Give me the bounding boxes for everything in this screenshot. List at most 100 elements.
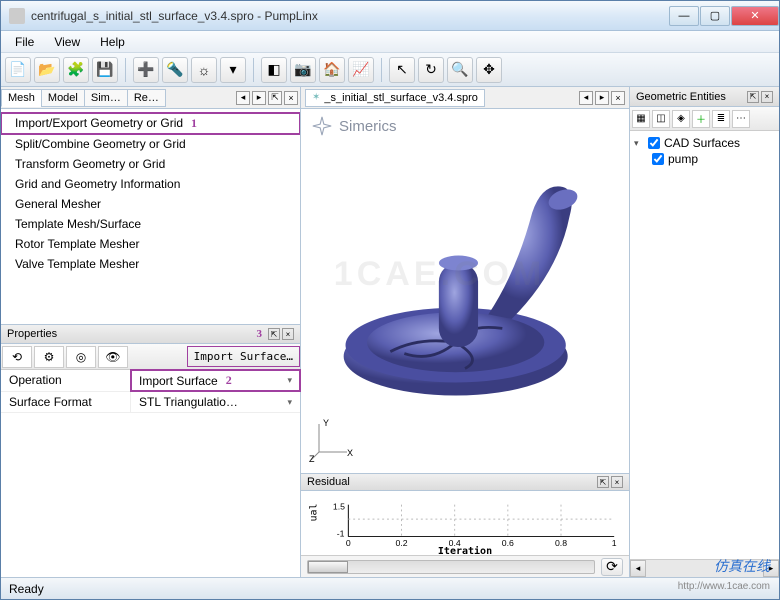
rotate-icon[interactable]: ↻ [418,57,444,83]
mesh-item-split-combine[interactable]: Split/Combine Geometry or Grid [1,134,300,154]
scroll-left-icon[interactable]: ◂ [630,560,646,577]
open-icon[interactable]: 📂 [34,57,60,83]
module-icon[interactable]: 🧩 [63,57,89,83]
prop-val-surface-format[interactable]: STL Triangulatio…▾ [131,392,300,412]
axis-icon[interactable]: ➕ [133,57,159,83]
main-toolbar: 📄 📂 🧩 💾 ➕ 🔦 ☼ ▾ ◧ 📷 🏠 📈 ↖ ↻ 🔍 ✥ [1,53,779,87]
tab-model[interactable]: Model [41,89,85,107]
pump-checkbox[interactable] [652,153,664,165]
snapshot-icon[interactable]: 📷 [290,57,316,83]
svg-text:1: 1 [612,538,617,548]
zoom-icon[interactable]: 🔍 [447,57,473,83]
menu-view[interactable]: View [44,33,90,51]
menu-file[interactable]: File [5,33,44,51]
geo-close-icon[interactable]: × [761,91,773,103]
simerics-logo: Simerics [311,115,397,137]
axes-triad: Y X Z [309,416,355,465]
doc-prev-icon[interactable]: ◂ [579,91,593,105]
mesh-item-valve-mesher[interactable]: Valve Template Mesher [1,254,300,274]
viewport-3d[interactable]: Simerics 1CAE.COM [301,109,629,473]
geo-btn-5[interactable]: ≣ [712,110,730,128]
geo-btn-3[interactable]: ◈ [672,110,690,128]
props-close-icon[interactable]: × [282,328,294,340]
prop-row-operation: Operation Import Surface2▾ [1,370,300,392]
svg-text:-1: -1 [337,529,345,539]
props-btn-3[interactable]: ◎ [66,346,96,368]
dropdown-icon[interactable]: ▾ [220,57,246,83]
geo-btn-2[interactable]: ◫ [652,110,670,128]
geo-btn-add[interactable]: ＋ [692,110,710,128]
residual-chart: ual 1.5 -1 00.20.40.60.81 Iteration [301,491,629,555]
doc-tab-active[interactable]: _s_initial_stl_surface_v3.4.spro [305,89,485,107]
menubar: File View Help [1,31,779,53]
light-icon[interactable]: 🔦 [162,57,188,83]
left-tabs: Mesh Model Sim… Re… ◂ ▸ ⇱ × [1,87,300,109]
svg-text:1.5: 1.5 [333,502,345,512]
properties-title: Properties 3 ⇱ × [1,324,300,344]
tab-pin-icon[interactable]: ⇱ [268,91,282,105]
geo-btn-1[interactable]: ▦ [632,110,650,128]
refresh-icon[interactable]: ⟳ [601,558,623,576]
svg-text:X: X [347,448,353,458]
prop-key-surface-format: Surface Format [1,392,131,412]
svg-text:0.8: 0.8 [555,538,567,548]
select-icon[interactable]: ↖ [389,57,415,83]
slider-row: ⟳ [301,555,629,577]
props-btn-2[interactable]: ⚙ [34,346,64,368]
timeline-slider[interactable] [307,560,595,574]
sun-icon[interactable]: ☼ [191,57,217,83]
mesh-panel: Import/Export Geometry or Grid1 Split/Co… [1,109,300,324]
mesh-item-rotor-mesher[interactable]: Rotor Template Mesher [1,234,300,254]
geo-title: Geometric Entities ⇱× [630,87,779,107]
prop-row-surface-format: Surface Format STL Triangulatio…▾ [1,392,300,413]
mesh-item-transform[interactable]: Transform Geometry or Grid [1,154,300,174]
mesh-item-general-mesher[interactable]: General Mesher [1,194,300,214]
properties-toolbar: ⟲ ⚙ ◎ 👁 Import Surface… [1,344,300,370]
root-checkbox[interactable] [648,137,660,149]
window-title: centrifugal_s_initial_stl_surface_v3.4.s… [31,9,668,23]
svg-text:0.2: 0.2 [395,538,407,548]
mesh-item-template-mesh[interactable]: Template Mesh/Surface [1,214,300,234]
statusbar: Ready [1,577,779,599]
import-surface-tab[interactable]: Import Surface… [187,346,300,367]
tab-sim[interactable]: Sim… [84,89,128,107]
new-icon[interactable]: 📄 [5,57,31,83]
document-tabs: _s_initial_stl_surface_v3.4.spro ◂ ▸ × [301,87,629,109]
tree-child-pump[interactable]: pump [634,151,775,167]
residual-close-icon[interactable]: × [611,476,623,488]
mesh-item-info[interactable]: Grid and Geometry Information [1,174,300,194]
home-icon[interactable]: 🏠 [319,57,345,83]
props-btn-4[interactable]: 👁 [98,346,128,368]
app-icon [9,8,25,24]
residual-pin-icon[interactable]: ⇱ [597,476,609,488]
render-icon[interactable]: ◧ [261,57,287,83]
close-button[interactable]: ✕ [731,6,779,26]
properties-grid: Operation Import Surface2▾ Surface Forma… [1,370,300,577]
svg-text:Y: Y [323,418,329,428]
tab-close-icon[interactable]: × [284,91,298,105]
menu-help[interactable]: Help [90,33,135,51]
tab-mesh[interactable]: Mesh [1,89,42,107]
plot-icon[interactable]: 📈 [348,57,374,83]
watermark-url: http://www.1cae.com [678,581,770,592]
maximize-button[interactable]: ▢ [700,6,730,26]
geo-toolbar: ▦ ◫ ◈ ＋ ≣ ⋯ [630,107,779,131]
geo-pin-icon[interactable]: ⇱ [747,91,759,103]
watermark-cn: 仿真在线 [714,556,770,576]
collapse-icon[interactable]: ▾ [634,138,644,149]
props-pin-icon[interactable]: ⇱ [268,328,280,340]
save-icon[interactable]: 💾 [92,57,118,83]
prop-val-operation[interactable]: Import Surface2▾ [131,370,300,391]
props-btn-1[interactable]: ⟲ [2,346,32,368]
mesh-item-import-export[interactable]: Import/Export Geometry or Grid1 [1,113,300,134]
tab-next-icon[interactable]: ▸ [252,91,266,105]
tab-prev-icon[interactable]: ◂ [236,91,250,105]
pan-icon[interactable]: ✥ [476,57,502,83]
minimize-button[interactable]: — [669,6,699,26]
tree-root[interactable]: ▾ CAD Surfaces [634,135,775,151]
geo-btn-6[interactable]: ⋯ [732,110,750,128]
doc-next-icon[interactable]: ▸ [595,91,609,105]
tab-re[interactable]: Re… [127,89,166,107]
residual-title: Residual ⇱× [301,473,629,491]
doc-close-icon[interactable]: × [611,91,625,105]
